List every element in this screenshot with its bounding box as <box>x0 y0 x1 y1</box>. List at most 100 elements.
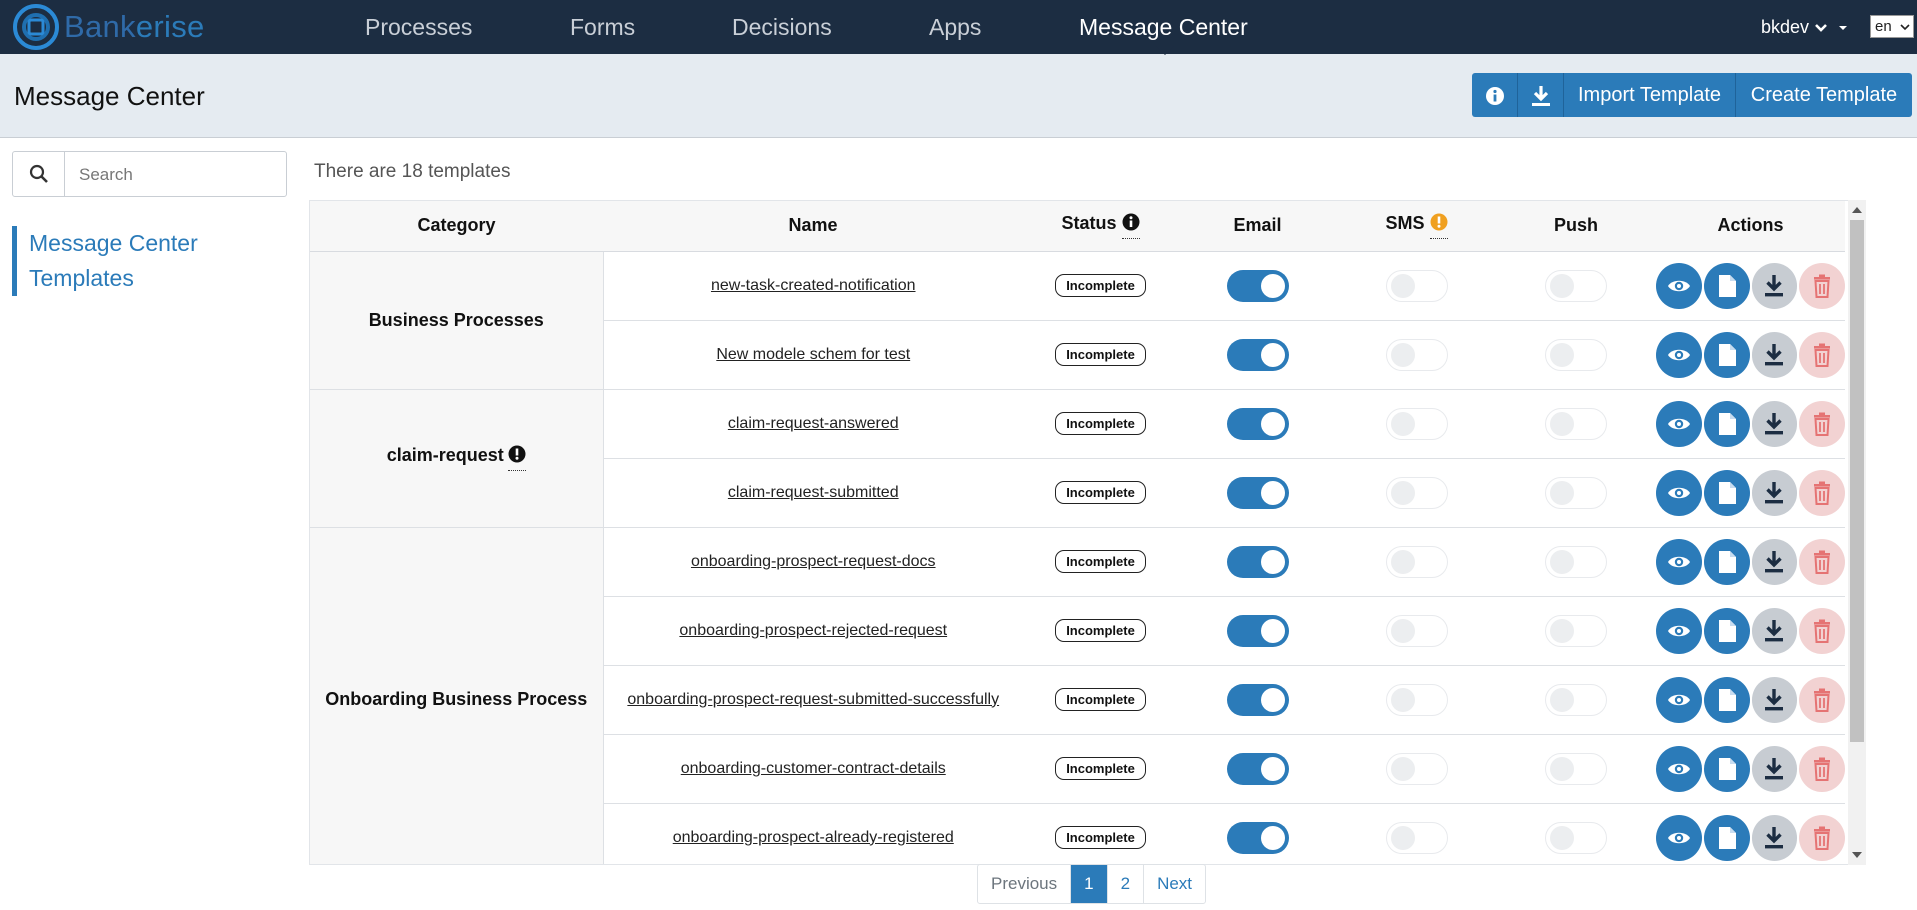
sms-toggle[interactable] <box>1385 752 1448 785</box>
sms-toggle[interactable] <box>1385 476 1448 509</box>
download-button[interactable] <box>1751 745 1798 792</box>
nav-forms[interactable]: Forms <box>570 0 635 54</box>
download-button[interactable] <box>1751 607 1798 654</box>
push-toggle[interactable] <box>1545 338 1607 371</box>
view-button[interactable] <box>1656 262 1702 309</box>
template-name-link[interactable]: claim-request-submitted <box>728 484 899 501</box>
pagination-page-1[interactable]: 1 <box>1071 865 1108 903</box>
delete-button[interactable] <box>1799 745 1845 792</box>
template-name-link[interactable]: onboarding-prospect-rejected-request <box>679 622 947 639</box>
sms-toggle[interactable] <box>1385 545 1448 578</box>
search-button[interactable] <box>13 152 65 196</box>
template-name-link[interactable]: new-task-created-notification <box>711 277 916 294</box>
email-toggle[interactable] <box>1226 338 1289 371</box>
scroll-down-arrow-icon[interactable] <box>1852 852 1862 858</box>
edit-file-button[interactable] <box>1703 400 1750 447</box>
download-button[interactable] <box>1751 400 1798 447</box>
template-name-link[interactable]: onboarding-prospect-request-docs <box>691 553 936 570</box>
brand-logo[interactable]: Bankerise <box>12 3 205 51</box>
template-name-link[interactable]: New modele schem for test <box>716 346 910 363</box>
status-info-icon[interactable] <box>1121 213 1140 239</box>
push-toggle[interactable] <box>1545 476 1607 509</box>
view-button[interactable] <box>1656 745 1702 792</box>
email-toggle[interactable] <box>1226 614 1289 647</box>
delete-button[interactable] <box>1799 676 1845 723</box>
nav-apps[interactable]: Apps <box>929 0 981 54</box>
sms-toggle[interactable] <box>1385 683 1448 716</box>
delete-button[interactable] <box>1799 469 1845 516</box>
push-toggle[interactable] <box>1545 683 1607 716</box>
download-button[interactable] <box>1751 331 1798 378</box>
language-select[interactable]: en <box>1870 15 1914 38</box>
download-button[interactable] <box>1751 676 1798 723</box>
info-button[interactable] <box>1472 73 1518 117</box>
edit-file-button[interactable] <box>1703 469 1750 516</box>
sms-toggle[interactable] <box>1385 269 1448 302</box>
template-name-link[interactable]: onboarding-prospect-already-registered <box>673 829 954 846</box>
push-toggle[interactable] <box>1545 752 1607 785</box>
view-button[interactable] <box>1656 538 1702 585</box>
view-button[interactable] <box>1656 469 1702 516</box>
user-menu[interactable]: bkdev <box>1761 0 1849 54</box>
sms-toggle[interactable] <box>1385 614 1448 647</box>
sidebar-item-message-center-templates[interactable]: Message Center Templates <box>12 226 279 296</box>
status-badge: Incomplete <box>1055 274 1146 297</box>
edit-file-button[interactable] <box>1703 262 1750 309</box>
push-toggle[interactable] <box>1545 821 1607 854</box>
delete-button[interactable] <box>1799 331 1845 378</box>
push-toggle[interactable] <box>1545 407 1607 440</box>
email-toggle[interactable] <box>1226 683 1289 716</box>
email-toggle[interactable] <box>1226 752 1289 785</box>
exclamation-icon[interactable] <box>507 445 526 471</box>
download-button[interactable] <box>1751 262 1798 309</box>
edit-file-button[interactable] <box>1703 607 1750 654</box>
search-input[interactable] <box>65 152 299 198</box>
delete-button[interactable] <box>1799 538 1845 585</box>
download-all-button[interactable] <box>1518 73 1564 117</box>
email-toggle[interactable] <box>1226 407 1289 440</box>
nav-decisions[interactable]: Decisions <box>732 0 832 54</box>
pagination-previous[interactable]: Previous <box>978 865 1072 903</box>
view-button[interactable] <box>1656 814 1702 861</box>
delete-button[interactable] <box>1799 607 1845 654</box>
email-toggle[interactable] <box>1226 269 1289 302</box>
scroll-up-arrow-icon[interactable] <box>1852 207 1862 213</box>
toggle-knob <box>1390 342 1415 367</box>
nav-processes[interactable]: Processes <box>365 0 472 54</box>
download-button[interactable] <box>1751 814 1798 861</box>
delete-button[interactable] <box>1799 400 1845 447</box>
push-toggle[interactable] <box>1545 269 1607 302</box>
sms-toggle[interactable] <box>1385 338 1448 371</box>
push-toggle[interactable] <box>1545 614 1607 647</box>
pagination-page-2[interactable]: 2 <box>1108 865 1145 903</box>
edit-file-button[interactable] <box>1703 538 1750 585</box>
col-actions: Actions <box>1656 201 1845 252</box>
push-toggle[interactable] <box>1545 545 1607 578</box>
delete-button[interactable] <box>1799 814 1845 861</box>
sms-toggle[interactable] <box>1385 821 1448 854</box>
template-name-link[interactable]: claim-request-answered <box>728 415 899 432</box>
sms-warning-icon[interactable] <box>1429 213 1448 239</box>
template-name-link[interactable]: onboarding-customer-contract-details <box>681 760 946 777</box>
email-toggle[interactable] <box>1226 821 1289 854</box>
delete-button[interactable] <box>1799 262 1845 309</box>
sms-toggle[interactable] <box>1385 407 1448 440</box>
view-button[interactable] <box>1656 400 1702 447</box>
download-button[interactable] <box>1751 469 1798 516</box>
view-button[interactable] <box>1656 607 1702 654</box>
view-button[interactable] <box>1656 331 1702 378</box>
edit-file-button[interactable] <box>1703 676 1750 723</box>
pagination-next[interactable]: Next <box>1144 865 1205 903</box>
download-button[interactable] <box>1751 538 1798 585</box>
view-button[interactable] <box>1656 676 1702 723</box>
email-toggle[interactable] <box>1226 476 1289 509</box>
template-name-link[interactable]: onboarding-prospect-request-submitted-su… <box>627 691 999 708</box>
edit-file-button[interactable] <box>1703 814 1750 861</box>
edit-file-button[interactable] <box>1703 745 1750 792</box>
scroll-thumb[interactable] <box>1850 220 1864 742</box>
edit-file-button[interactable] <box>1703 331 1750 378</box>
email-toggle[interactable] <box>1226 545 1289 578</box>
import-template-button[interactable]: Import Template <box>1564 73 1736 117</box>
table-scrollbar[interactable] <box>1848 200 1866 865</box>
create-template-button[interactable]: Create Template <box>1736 73 1912 117</box>
